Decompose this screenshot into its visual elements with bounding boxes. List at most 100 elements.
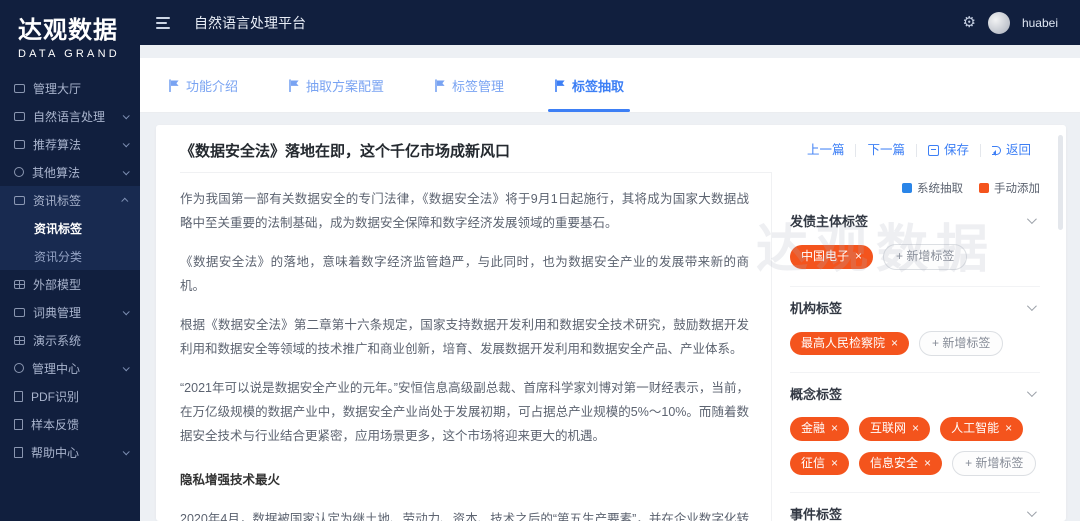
chevron-icon — [123, 448, 130, 455]
sidebar-item-label: 管理中心 — [32, 360, 80, 377]
avatar[interactable] — [988, 12, 1010, 34]
tab[interactable]: 标签管理 — [434, 58, 504, 112]
action-link[interactable]: 返回 — [980, 144, 1042, 157]
tag-label: 中国电子 — [801, 249, 849, 265]
gear-icon — [14, 167, 24, 177]
sidebar-item[interactable]: 其他算法 — [0, 158, 140, 186]
sidebar-item[interactable]: 词典管理 — [0, 298, 140, 326]
action-label: 保存 — [944, 144, 969, 157]
return-icon — [992, 146, 1001, 155]
sidebar-item[interactable]: 推荐算法 — [0, 130, 140, 158]
tag-pill[interactable]: 互联网 × — [859, 417, 930, 441]
sidebar-group: 样本反馈 — [0, 410, 140, 438]
add-tag-button[interactable]: + 新增标签 — [952, 451, 1036, 477]
tab[interactable]: 功能介绍 — [168, 58, 238, 112]
sidebar-item[interactable]: 帮助中心 — [0, 438, 140, 466]
tag-label: 互联网 — [870, 421, 906, 437]
chevron-icon — [123, 168, 130, 175]
article-title: 《数据安全法》落地在即，这个千亿市场成新风口 — [180, 140, 510, 161]
sidebar-item-label: 演示系统 — [33, 332, 81, 349]
add-tag-button[interactable]: + 新增标签 — [883, 244, 967, 270]
tag-pill[interactable]: 征信 × — [790, 452, 849, 476]
chevron-down-icon[interactable] — [1027, 214, 1037, 224]
action-link[interactable]: 下一篇 — [855, 144, 916, 157]
sidebar-item[interactable]: 管理大厅 — [0, 74, 140, 102]
action-link[interactable]: 保存 — [916, 144, 980, 157]
app-window: 达观数据 DATA GRAND 管理大厅 自然语言处理 — [0, 0, 1080, 521]
monitor-icon — [14, 196, 25, 205]
sidebar-item-label: 词典管理 — [33, 304, 81, 321]
flag-icon — [288, 79, 300, 92]
close-icon[interactable]: × — [924, 456, 931, 472]
action-link[interactable]: 上一篇 — [796, 144, 856, 157]
tag-pill[interactable]: 信息安全 × — [859, 452, 942, 476]
tag-section: 发债主体标签 中国电子 × + 新增标签 — [790, 200, 1040, 287]
chevron-icon — [121, 197, 128, 204]
sidebar-subitem[interactable]: 资讯分类 — [0, 242, 140, 270]
chevron-down-icon[interactable] — [1027, 301, 1037, 311]
tag-section: 事件标签 云计算 × 人脸识别 — [790, 493, 1040, 521]
tab[interactable]: 抽取方案配置 — [288, 58, 384, 112]
tab-bar: 功能介绍 抽取方案配置 标签管理 — [140, 58, 1080, 113]
tag-pill[interactable]: 金融 × — [790, 417, 849, 441]
tag-section-header: 事件标签 — [790, 504, 1040, 521]
close-icon[interactable]: × — [855, 249, 862, 265]
tag-section: 机构标签 最高人民检察院 × + 新增标签 — [790, 287, 1040, 374]
brand-name-en: DATA GRAND — [18, 48, 132, 60]
username[interactable]: huabei — [1022, 16, 1058, 30]
tag-pill[interactable]: 最高人民检察院 × — [790, 332, 909, 356]
collapse-menu-icon[interactable] — [156, 17, 170, 29]
tag-pill[interactable]: 人工智能 × — [940, 417, 1023, 441]
sidebar-group: 演示系统 — [0, 326, 140, 354]
brand-logo: 达观数据 DATA GRAND — [0, 0, 140, 66]
chevron-down-icon[interactable] — [1027, 387, 1037, 397]
monitor-icon — [14, 308, 25, 317]
sidebar-item[interactable]: 管理中心 — [0, 354, 140, 382]
article-actions: 上一篇 下一篇 保存 返回 — [796, 144, 1042, 157]
close-icon[interactable]: × — [831, 421, 838, 437]
tag-section-header: 概念标签 — [790, 384, 1040, 403]
close-icon[interactable]: × — [831, 456, 838, 472]
content-area: 功能介绍 抽取方案配置 标签管理 — [140, 45, 1080, 521]
page-title: 自然语言处理平台 — [194, 13, 306, 33]
tag-pill[interactable]: 中国电子 × — [790, 245, 873, 269]
tag-section-title: 机构标签 — [790, 298, 842, 317]
sidebar-item[interactable]: 自然语言处理 — [0, 102, 140, 130]
action-label: 上一篇 — [807, 144, 845, 157]
tab-label: 抽取方案配置 — [306, 76, 384, 95]
sidebar-item-label: 推荐算法 — [33, 136, 81, 153]
close-icon[interactable]: × — [891, 336, 898, 352]
sidebar-item[interactable]: 演示系统 — [0, 326, 140, 354]
monitor-icon — [14, 84, 25, 93]
legend-swatch — [902, 183, 912, 193]
sidebar-group: 其他算法 — [0, 158, 140, 186]
sidebar-item[interactable]: PDF识别 — [0, 382, 140, 410]
legend-label: 系统抽取 — [917, 180, 963, 196]
chevron-down-icon[interactable] — [1027, 508, 1037, 518]
tag-label: 金融 — [801, 421, 825, 437]
sidebar-item[interactable]: 外部模型 — [0, 270, 140, 298]
save-icon — [928, 145, 939, 156]
close-icon[interactable]: × — [1005, 421, 1012, 437]
tag-label: 征信 — [801, 456, 825, 472]
tag-section-title: 概念标签 — [790, 384, 842, 403]
sidebar-group: PDF识别 — [0, 382, 140, 410]
close-icon[interactable]: × — [912, 421, 919, 437]
grid-icon — [14, 336, 25, 345]
top-header: 自然语言处理平台 ⚙ huabei — [140, 0, 1080, 45]
tag-section-title: 事件标签 — [790, 504, 842, 521]
sidebar-item[interactable]: 样本反馈 — [0, 410, 140, 438]
sidebar-item[interactable]: 资讯标签 — [0, 186, 140, 214]
settings-gear-icon[interactable]: ⚙ — [963, 15, 976, 30]
card-header: 《数据安全法》落地在即，这个千亿市场成新风口 上一篇 下一篇 保存 — [156, 125, 1066, 172]
add-tag-button[interactable]: + 新增标签 — [919, 331, 1003, 357]
tag-sections: 发债主体标签 中国电子 × + 新增标签 — [790, 200, 1040, 521]
sidebar-menu: 管理大厅 自然语言处理 — [0, 74, 140, 466]
tab[interactable]: 标签抽取 — [554, 58, 624, 112]
tab-label: 功能介绍 — [186, 76, 238, 95]
sidebar-group: 帮助中心 — [0, 438, 140, 466]
sidebar-group: 词典管理 — [0, 298, 140, 326]
legend-item: 手动添加 — [979, 180, 1040, 196]
sidebar-subitem[interactable]: 资讯标签 — [0, 214, 140, 242]
monitor-icon — [14, 112, 25, 121]
